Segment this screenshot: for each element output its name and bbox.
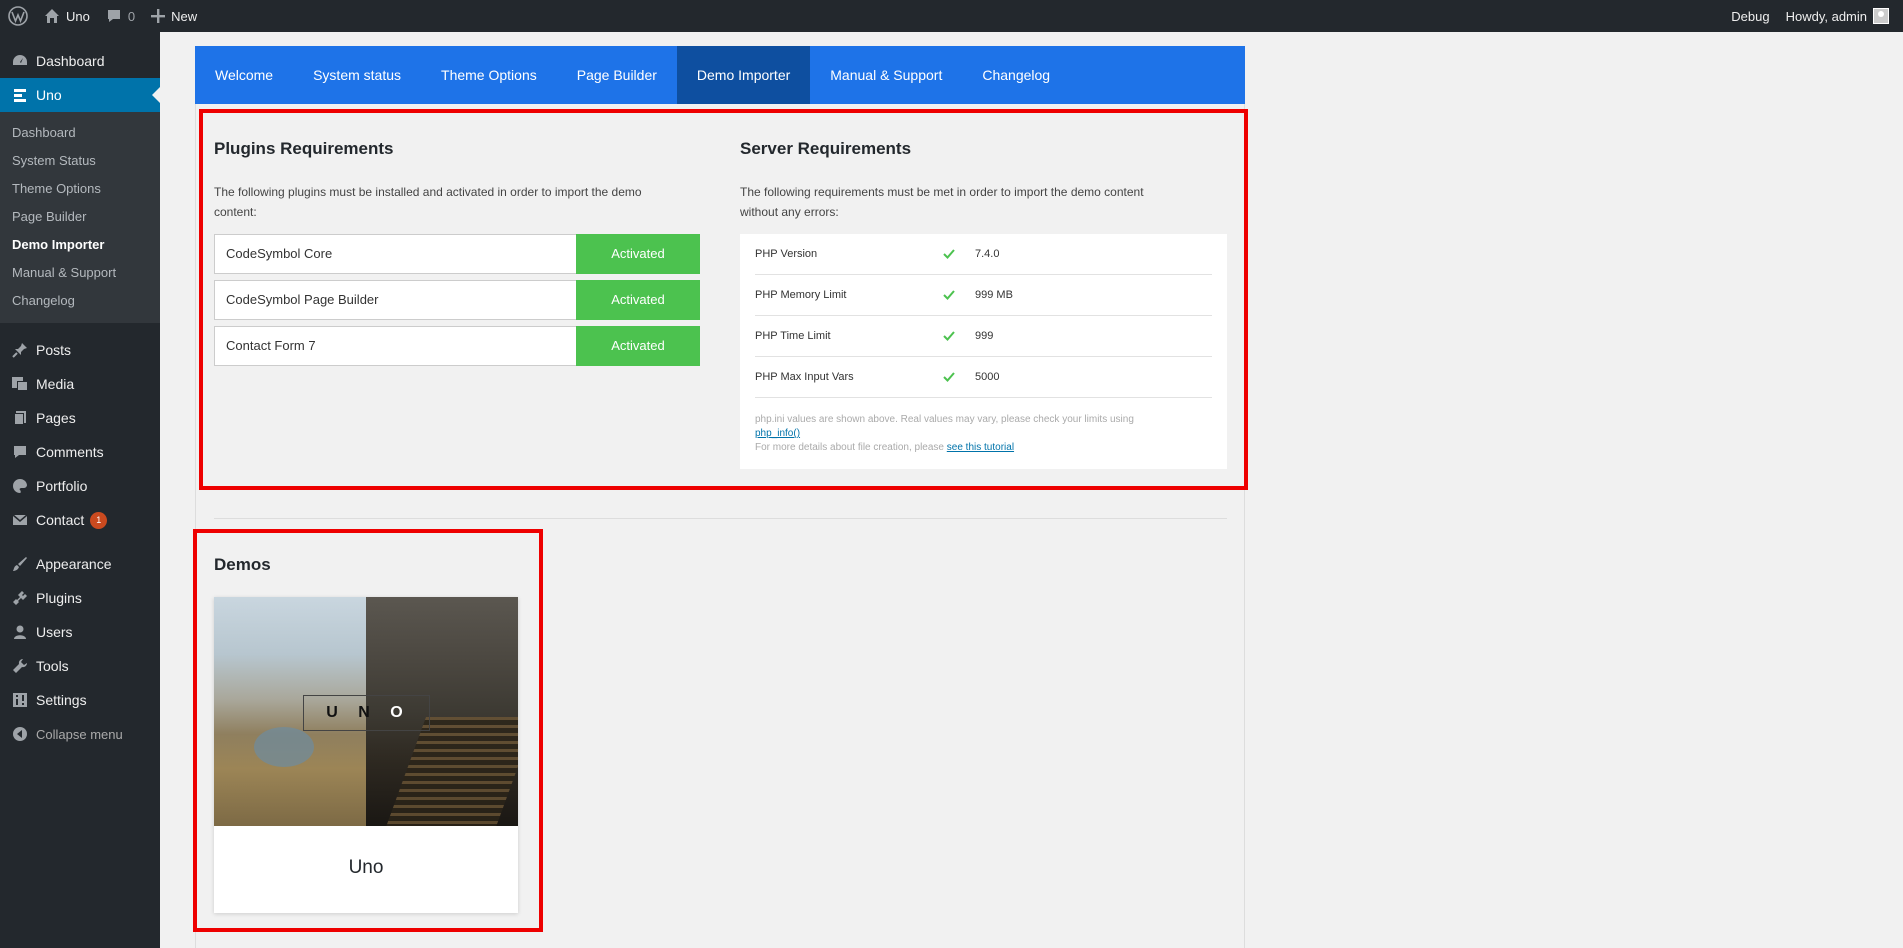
tab-theme-options[interactable]: Theme Options: [421, 46, 557, 104]
tab-changelog[interactable]: Changelog: [962, 46, 1070, 104]
avatar: [1873, 8, 1889, 24]
menu-settings[interactable]: Settings: [0, 683, 160, 717]
tab-welcome[interactable]: Welcome: [195, 46, 293, 104]
pages-icon: [10, 408, 30, 428]
requirements-highlight-box: [199, 109, 1248, 490]
menu-media[interactable]: Media: [0, 367, 160, 401]
menu-comments[interactable]: Comments: [0, 435, 160, 469]
pushpin-icon: [10, 340, 30, 360]
media-icon: [10, 374, 30, 394]
submenu-theme-options[interactable]: Theme Options: [0, 175, 160, 203]
tab-page-builder[interactable]: Page Builder: [557, 46, 677, 104]
menu-contact-label: Contact: [36, 512, 85, 528]
wordpress-logo-icon[interactable]: [0, 0, 36, 32]
collapse-menu-button[interactable]: Collapse menu: [0, 717, 160, 751]
paintbrush-icon: [10, 554, 30, 574]
plus-icon: [151, 9, 166, 23]
menu-plugins[interactable]: Plugins: [0, 581, 160, 615]
menu-portfolio-label: Portfolio: [36, 478, 88, 494]
menu-portfolio[interactable]: Portfolio: [0, 469, 160, 503]
menu-settings-label: Settings: [36, 692, 87, 708]
uno-menu-icon: [10, 85, 30, 105]
menu-uno-label: Uno: [36, 87, 62, 103]
settings-sliders-icon: [10, 690, 30, 710]
menu-plugins-label: Plugins: [36, 590, 82, 606]
new-label: New: [171, 8, 198, 24]
site-name-link[interactable]: Uno: [36, 0, 98, 32]
site-name-label: Uno: [66, 8, 90, 24]
contact-count-badge: 1: [90, 511, 108, 529]
submenu-demo-importer[interactable]: Demo Importer: [0, 231, 160, 259]
admin-bar: Uno 0 New Debug Howdy, admin: [0, 0, 1903, 32]
menu-appearance[interactable]: Appearance: [0, 547, 160, 581]
wrench-icon: [10, 656, 30, 676]
menu-users-label: Users: [36, 624, 73, 640]
howdy-label: Howdy, admin: [1785, 8, 1867, 24]
menu-media-label: Media: [36, 376, 75, 392]
menu-comments-label: Comments: [36, 444, 104, 460]
new-content-link[interactable]: New: [143, 0, 205, 32]
menu-tools-label: Tools: [36, 658, 69, 674]
menu-pages-label: Pages: [36, 410, 76, 426]
menu-appearance-label: Appearance: [36, 556, 112, 572]
tab-demo-importer[interactable]: Demo Importer: [676, 46, 811, 104]
comments-count: 0: [127, 8, 136, 24]
submenu-manual-support[interactable]: Manual & Support: [0, 259, 160, 287]
collapse-arrow-icon: [10, 724, 30, 744]
menu-tools[interactable]: Tools: [0, 649, 160, 683]
debug-link[interactable]: Debug: [1723, 0, 1777, 32]
submenu-system-status[interactable]: System Status: [0, 147, 160, 175]
plug-icon: [10, 588, 30, 608]
menu-pages[interactable]: Pages: [0, 401, 160, 435]
menu-posts-label: Posts: [36, 342, 72, 358]
uno-submenu: Dashboard System Status Theme Options Pa…: [0, 112, 160, 323]
menu-posts[interactable]: Posts: [0, 333, 160, 367]
user-icon: [10, 622, 30, 642]
menu-uno[interactable]: Uno: [0, 78, 160, 112]
envelope-icon: [10, 510, 30, 530]
palette-icon: [10, 476, 30, 496]
menu-contact[interactable]: Contact 1: [0, 503, 160, 537]
comments-icon: [10, 442, 30, 462]
comments-link[interactable]: 0: [98, 0, 143, 32]
submenu-dashboard[interactable]: Dashboard: [0, 119, 160, 147]
submenu-page-builder[interactable]: Page Builder: [0, 203, 160, 231]
demos-highlight-box: [193, 529, 543, 932]
home-icon: [44, 8, 60, 24]
theme-tabs: Welcome System status Theme Options Page…: [195, 46, 1245, 104]
section-divider: [214, 518, 1227, 519]
menu-dashboard[interactable]: Dashboard: [0, 44, 160, 78]
menu-users[interactable]: Users: [0, 615, 160, 649]
debug-label: Debug: [1731, 8, 1770, 24]
menu-dashboard-label: Dashboard: [36, 53, 105, 69]
admin-sidebar: Dashboard Uno Dashboard System Status Th…: [0, 32, 160, 948]
tab-manual-support[interactable]: Manual & Support: [810, 46, 962, 104]
my-account-link[interactable]: Howdy, admin: [1778, 0, 1903, 32]
submenu-changelog[interactable]: Changelog: [0, 287, 160, 315]
comment-bubble-icon: [106, 8, 122, 24]
tab-system-status[interactable]: System status: [293, 46, 421, 104]
collapse-menu-label: Collapse menu: [36, 726, 123, 742]
gauge-icon: [10, 51, 30, 71]
